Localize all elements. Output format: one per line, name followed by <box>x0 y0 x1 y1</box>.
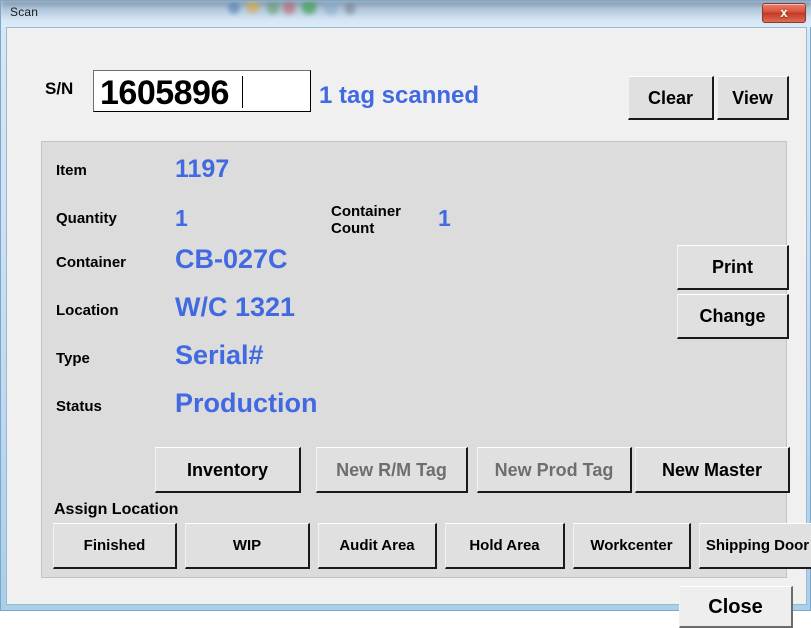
assign-hold-area-button[interactable]: Hold Area <box>445 523 565 569</box>
status-label: Status <box>56 398 102 415</box>
print-button[interactable]: Print <box>677 245 789 290</box>
new-master-button[interactable]: New Master <box>635 447 790 493</box>
container-count-label-line2: Count <box>331 220 375 237</box>
new-rm-tag-button: New R/M Tag <box>316 447 468 493</box>
details-panel: Item 1197 Quantity 1 Container Count 1 C… <box>41 141 811 578</box>
item-value: 1197 <box>175 155 230 183</box>
type-value: Serial# <box>175 340 264 370</box>
serial-number-input[interactable]: 1605896 <box>93 70 311 112</box>
new-prod-tag-button: New Prod Tag <box>477 447 632 493</box>
quantity-value: 1 <box>175 205 188 231</box>
item-label: Item <box>56 162 87 179</box>
location-value: W/C 1321 <box>175 292 296 322</box>
view-button[interactable]: View <box>717 76 789 120</box>
assign-audit-area-button[interactable]: Audit Area <box>318 523 437 569</box>
assign-location-label: Assign Location <box>54 501 179 518</box>
assign-workcenter-button[interactable]: Workcenter <box>573 523 691 569</box>
inventory-button[interactable]: Inventory <box>155 447 301 493</box>
container-label: Container <box>56 254 127 271</box>
clear-button[interactable]: Clear <box>628 76 714 120</box>
container-count-label-line1: Container <box>331 203 402 220</box>
desktop-blur-backdrop <box>1 1 811 17</box>
serial-number-label: S/N <box>45 79 74 98</box>
scan-window: Scan x S/N 1605896 1 tag scanned Clear V… <box>0 0 811 628</box>
scan-status-text: 1 tag scanned <box>319 82 480 109</box>
assign-wip-button[interactable]: WIP <box>185 523 310 569</box>
client-area: S/N 1605896 1 tag scanned Clear View Ite… <box>6 27 811 628</box>
window-close-button[interactable]: x <box>762 3 806 23</box>
status-value: Production <box>175 388 318 418</box>
location-label: Location <box>56 302 119 319</box>
window-title: Scan <box>10 5 39 19</box>
container-count-value: 1 <box>438 205 451 231</box>
serial-number-value: 1605896 <box>100 74 229 112</box>
type-label: Type <box>56 350 90 367</box>
assign-finished-button[interactable]: Finished <box>53 523 177 569</box>
text-caret <box>242 76 243 108</box>
quantity-label: Quantity <box>56 210 117 227</box>
close-icon: x <box>780 5 788 20</box>
assign-shipping-door-button[interactable]: Shipping Door <box>699 523 811 569</box>
container-value: CB-027C <box>175 244 288 274</box>
container-count-label: Container Count <box>331 203 401 237</box>
title-bar: Scan x <box>1 1 811 27</box>
close-button[interactable]: Close <box>679 586 793 628</box>
change-button[interactable]: Change <box>677 294 789 339</box>
